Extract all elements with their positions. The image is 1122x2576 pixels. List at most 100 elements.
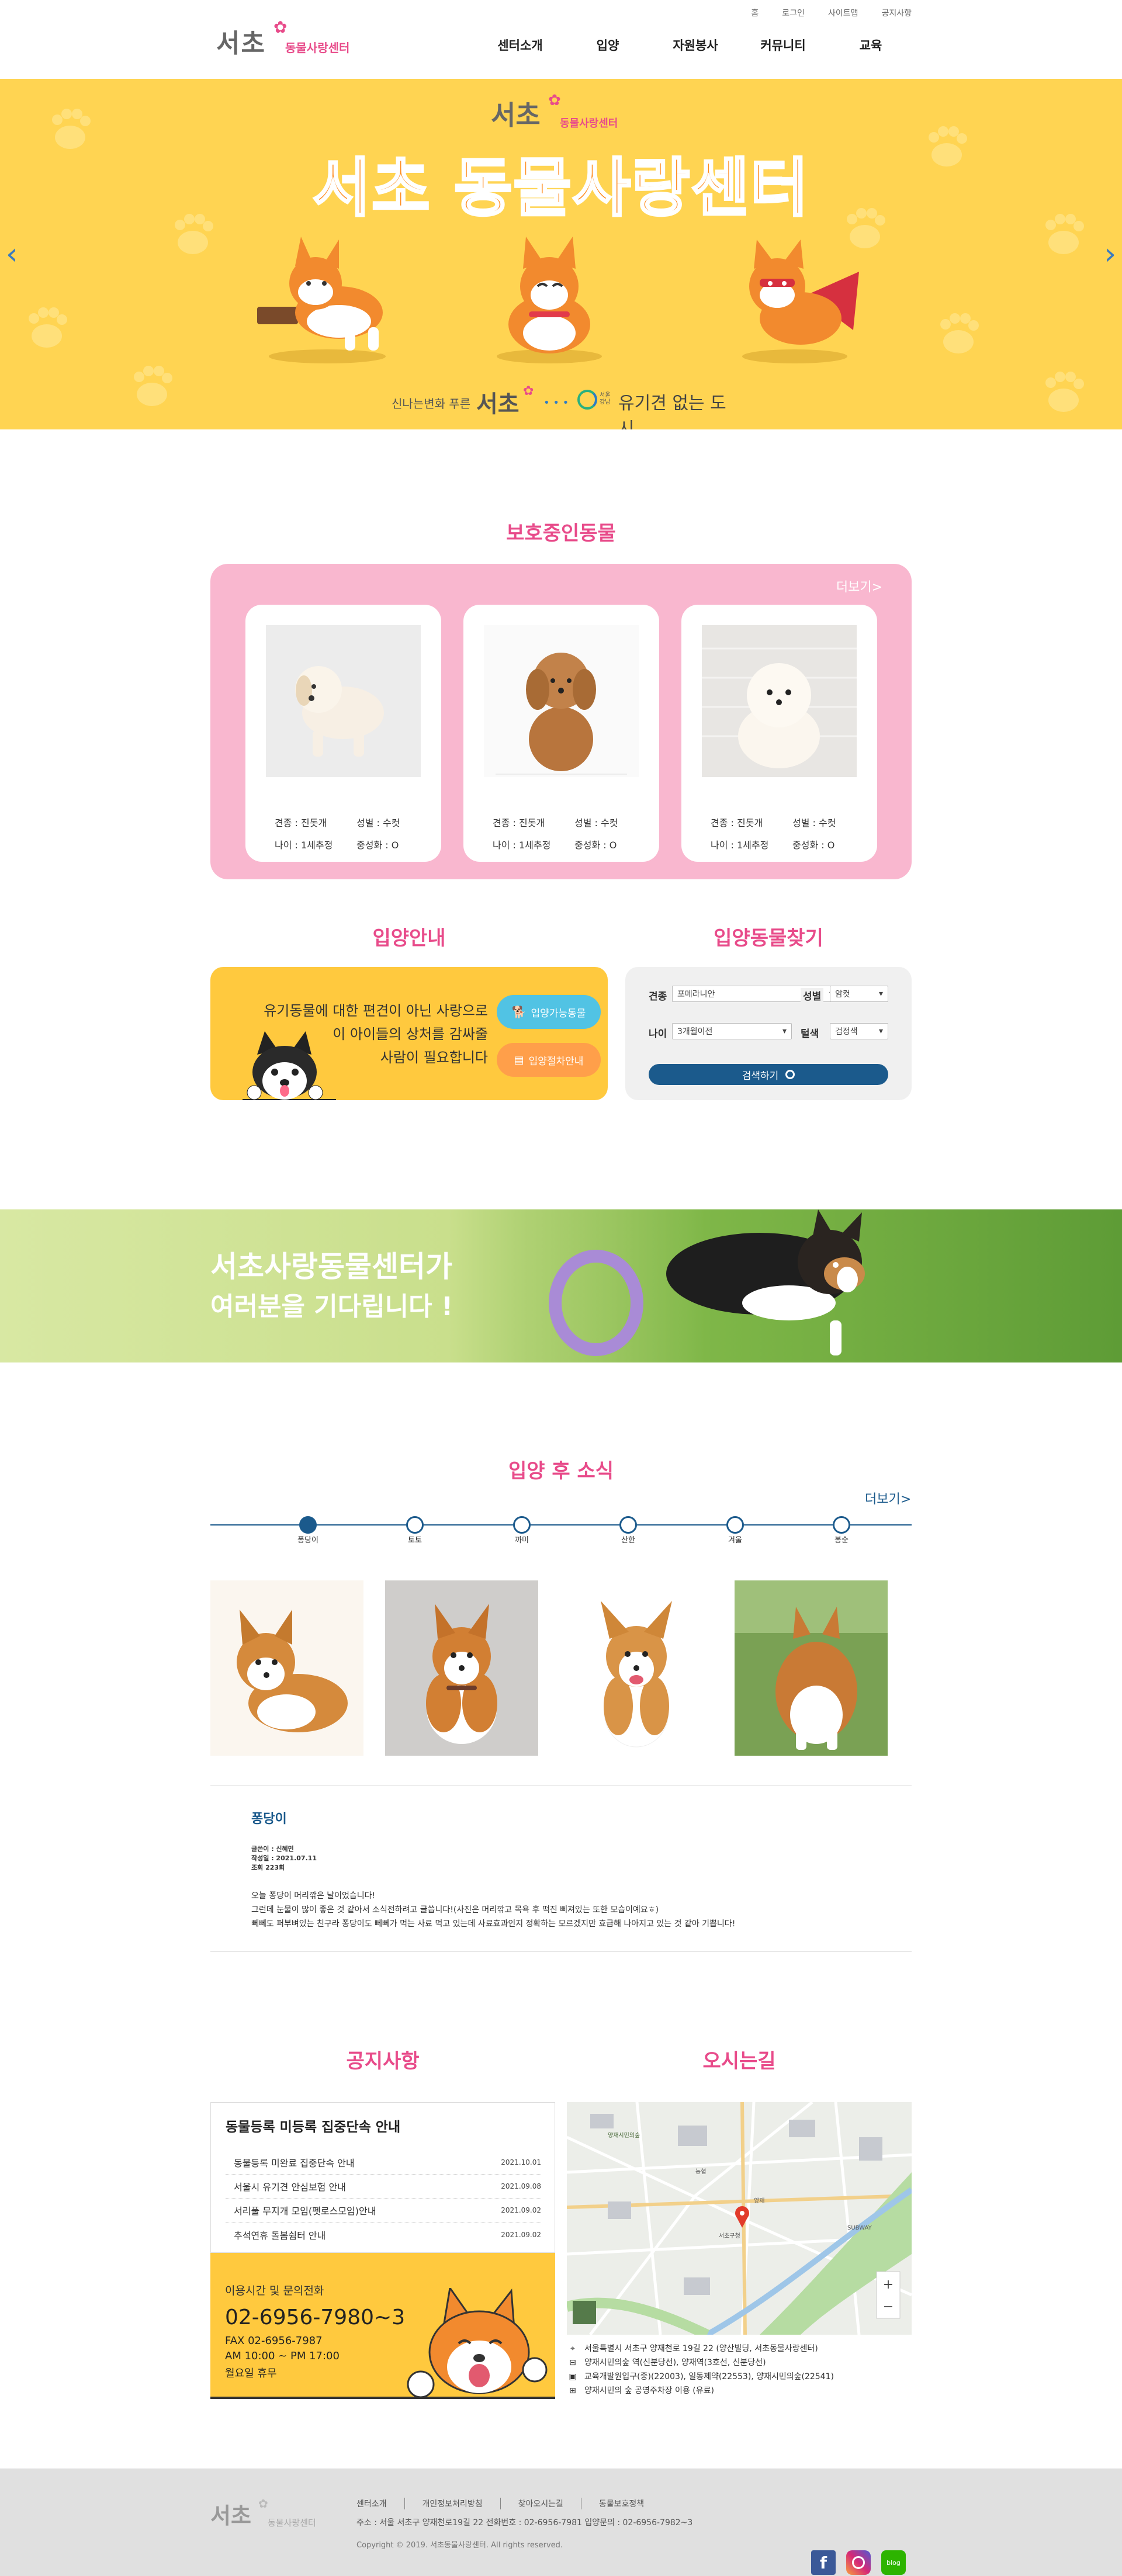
timeline-item[interactable]: 산한: [611, 1516, 646, 1545]
hero-next-arrow[interactable]: ›: [1104, 237, 1116, 272]
notice-item[interactable]: 서울시 유기견 안심보험 안내 2021.09.08: [226, 2175, 541, 2199]
contact-hours: AM 10:00 ~ PM 17:00: [225, 2350, 340, 2362]
animal-sex: 성별 : 수컷: [792, 817, 836, 828]
chevron-down-icon: ▾: [878, 989, 883, 998]
util-home[interactable]: 홈: [751, 7, 759, 19]
timeline-dot: [619, 1516, 637, 1534]
footer-link-privacy[interactable]: 개인정보처리방침: [405, 2498, 501, 2509]
contact-panel: 이용시간 및 문의전화 02-6956-7980~3 FAX 02-6956-7…: [210, 2253, 555, 2399]
facebook-icon[interactable]: f: [811, 2550, 836, 2575]
notice-item-date: 2021.09.02: [501, 2230, 541, 2239]
car-icon: ⊞: [569, 2386, 576, 2395]
map-zoom-in-button[interactable]: +: [879, 2275, 898, 2294]
contact-phone: 02-6956-7980~3: [225, 2305, 406, 2329]
news-post-date: 작성일 : 2021.07.11: [251, 1854, 317, 1862]
animal-card[interactable]: 견종 : 진돗개 성별 : 수컷 나이 : 1세추정 중성화 : O: [463, 605, 659, 862]
news-post-body3: 뻬뻬도 퍼부벼있는 친구라 퐁당이도 뻬뻬가 먹는 사료 먹고 있는데 사료효과…: [251, 1919, 736, 1929]
blog-label: blog: [886, 2558, 901, 2567]
bus-icon: ▣: [569, 2372, 577, 2381]
adoption-procedure-button[interactable]: ▤ 입양절차안내: [497, 1043, 601, 1077]
banner-line2: 여러분을 기다립니다 !: [210, 1292, 453, 1322]
age-label: 나이: [649, 1028, 667, 1040]
search-button[interactable]: 검색하기: [649, 1064, 888, 1085]
chevron-down-icon: ▾: [782, 1027, 787, 1036]
corgi-smile-illustration: [407, 2288, 548, 2397]
protect-more-link[interactable]: 더보기>: [836, 577, 882, 595]
color-select[interactable]: 검정색 ▾: [830, 1023, 888, 1039]
timeline: 퐁당이 토토 까미 산한 겨울 봉순: [210, 1516, 912, 1551]
timeline-label: 토토: [408, 1536, 422, 1545]
util-login[interactable]: 로그인: [782, 7, 805, 19]
corgi-photo-2[interactable]: [385, 1580, 538, 1756]
map-zoom-out-button[interactable]: −: [879, 2297, 898, 2316]
directions-info: ⌖ 서울특별시 서초구 양재천로 19길 22 (양산빌딩, 서초동물사랑센터) …: [567, 2342, 912, 2398]
notice-list: 동물등록 미완료 집중단속 안내 2021.10.01 서울시 유기견 안심보험 …: [226, 2151, 541, 2246]
notice-item-date: 2021.10.01: [501, 2158, 541, 2166]
timeline-item[interactable]: 퐁당이: [290, 1516, 325, 1545]
timeline-item[interactable]: 토토: [397, 1516, 432, 1545]
corgi-running-photo: [526, 1209, 1122, 1362]
corgi-photo-1[interactable]: [210, 1580, 363, 1756]
footer-link-center[interactable]: 센터소개: [356, 2498, 405, 2509]
subway-text: 양재시민의숲 역(신분당선), 양재역(3호선, 신분당선): [584, 2358, 766, 2367]
sex-value: 암컷: [835, 990, 850, 999]
sex-select[interactable]: 암컷 ▾: [830, 986, 888, 1002]
hero-logo-sub: 동물사랑센터: [560, 117, 618, 130]
footer-logo-sub: 동물사랑센터: [268, 2518, 316, 2528]
instagram-icon[interactable]: [846, 2550, 871, 2575]
nav-volunteer[interactable]: 자원봉사: [660, 36, 730, 54]
chevron-down-icon: ▾: [878, 1027, 883, 1036]
timeline-item[interactable]: 겨울: [718, 1516, 753, 1545]
notice-headline[interactable]: 동물등록 미등록 집중단속 안내: [226, 2116, 400, 2135]
timeline-dot: [833, 1516, 850, 1534]
map[interactable]: 양재시민의숲 농협 서초구청 양재 SUBWAY + −: [567, 2102, 912, 2335]
nav-education[interactable]: 교육: [836, 36, 906, 54]
util-sitemap[interactable]: 사이트맵: [828, 7, 858, 19]
news-more-link[interactable]: 더보기>: [865, 1489, 911, 1507]
animal-sex: 성별 : 수컷: [574, 817, 618, 828]
address-text: 서울특별시 서초구 양재천로 19길 22 (양산빌딩, 서초동물사랑센터): [584, 2344, 818, 2353]
corgi-sitting-illustration: [497, 237, 602, 363]
slogan-dots-icon: • • •: [543, 397, 569, 409]
hero-prev-arrow[interactable]: ‹: [6, 237, 18, 272]
corgi-photo-3[interactable]: [560, 1580, 713, 1756]
timeline-label: 까미: [515, 1536, 529, 1545]
notice-item[interactable]: 서리풀 무지개 모임(펫로스모임)안내 2021.09.02: [226, 2199, 541, 2223]
animal-sex: 성별 : 수컷: [356, 817, 400, 828]
timeline-item[interactable]: 봉순: [824, 1516, 859, 1545]
color-value: 검정색: [835, 1027, 858, 1036]
footer-copyright: Copyright © 2019. 서초동물사랑센터. All rights r…: [356, 2541, 563, 2550]
notice-item[interactable]: 동물등록 미완료 집중단속 안내 2021.10.01: [226, 2151, 541, 2175]
footer-link-directions[interactable]: 찾아오시는길: [501, 2498, 581, 2509]
notice-item[interactable]: 추석연휴 돌봄쉼터 안내 2021.09.02: [226, 2223, 541, 2246]
nav-center-intro[interactable]: 센터소개: [485, 36, 555, 54]
nav-community[interactable]: 커뮤니티: [748, 36, 818, 54]
hero-banner: ‹ › 서초 ✿ 동물사랑센터 서초 동물사랑센터 신나는변화 푸른 서초 ✿ …: [0, 79, 1122, 429]
timeline-item[interactable]: 까미: [504, 1516, 539, 1545]
blog-icon[interactable]: blog: [881, 2550, 906, 2575]
notice-item-text: 서울시 유기견 안심보험 안내: [234, 2182, 346, 2193]
available-animals-label: 입양가능동물: [531, 1007, 586, 1020]
footer-link-policy[interactable]: 동물보호정책: [581, 2498, 644, 2509]
age-value: 3개월이전: [677, 1027, 713, 1036]
notice-panel: 동물등록 미등록 집중단속 안내 동물등록 미완료 집중단속 안내 2021.10…: [210, 2102, 555, 2253]
news-post-views: 조회 223회: [251, 1864, 285, 1871]
animal-card[interactable]: 견종 : 진돗개 성별 : 수컷 나이 : 1세추정 중성화 : O: [245, 605, 441, 862]
breed-value: 포메라니안: [677, 990, 715, 999]
subway-icon: ⊟: [569, 2358, 576, 2367]
notice-item-text: 추석연휴 돌봄쉼터 안내: [234, 2230, 326, 2241]
adopt-info-line1: 유기동물에 대한 편견이 아닌 사랑으로: [264, 1003, 488, 1019]
animal-card[interactable]: 견종 : 진돗개 성별 : 수컷 나이 : 1세추정 중성화 : O: [681, 605, 877, 862]
util-notice[interactable]: 공지사항: [881, 7, 912, 19]
timeline-dot: [406, 1516, 424, 1534]
animal-breed: 견종 : 진돗개: [711, 817, 763, 828]
map-label: 양재시민의숲: [608, 2133, 640, 2139]
corgi-photo-4[interactable]: [735, 1580, 888, 1756]
available-animals-button[interactable]: 🐕 입양가능동물: [497, 995, 601, 1029]
footer-links: 센터소개 개인정보처리방침 찾아오시는길 동물보호정책: [356, 2498, 644, 2509]
age-select[interactable]: 3개월이전 ▾: [672, 1023, 792, 1039]
timeline-label: 산한: [621, 1536, 635, 1545]
notice-item-text: 서리풀 무지개 모임(펫로스모임)안내: [234, 2206, 376, 2217]
nav-adoption[interactable]: 입양: [573, 36, 643, 54]
site-logo[interactable]: 서초 ✿ 동물사랑센터: [216, 18, 368, 64]
